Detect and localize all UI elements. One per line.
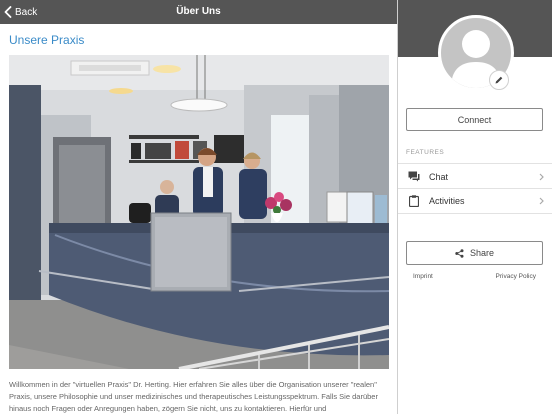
share-button[interactable]: Share <box>406 241 543 265</box>
features-section-label: FEATURES <box>406 149 445 156</box>
chevron-right-icon <box>539 197 544 205</box>
share-button-label: Share <box>469 248 495 258</box>
back-button-label: Back <box>15 6 38 18</box>
edit-avatar-button[interactable] <box>489 70 509 90</box>
share-icon <box>455 248 464 258</box>
feature-item-label: Activities <box>429 196 465 206</box>
chat-icon <box>408 171 420 183</box>
clipboard-icon <box>408 195 420 207</box>
imprint-link[interactable]: Imprint <box>413 273 433 280</box>
privacy-policy-link[interactable]: Privacy Policy <box>496 273 536 280</box>
chevron-left-icon <box>4 6 12 18</box>
section-heading: Unsere Praxis <box>9 33 85 47</box>
chevron-right-icon <box>539 173 544 181</box>
profile-sidebar: Connect FEATURES Chat Activities Share I… <box>398 0 552 414</box>
feature-item-chat[interactable]: Chat <box>398 163 552 189</box>
reception-photo <box>9 55 389 369</box>
page-title: Über Uns <box>176 6 221 17</box>
pencil-icon <box>495 76 503 84</box>
intro-paragraph: Willkommen in der "virtuellen Praxis" Dr… <box>9 380 378 413</box>
connect-button[interactable]: Connect <box>406 108 543 131</box>
back-button[interactable]: Back <box>4 0 37 24</box>
feature-item-activities[interactable]: Activities <box>398 188 552 214</box>
content-pane: Back Über Uns Unsere Praxis Willkommen i… <box>0 0 397 414</box>
top-navigation-bar: Back Über Uns <box>0 0 397 24</box>
feature-item-label: Chat <box>429 171 449 182</box>
